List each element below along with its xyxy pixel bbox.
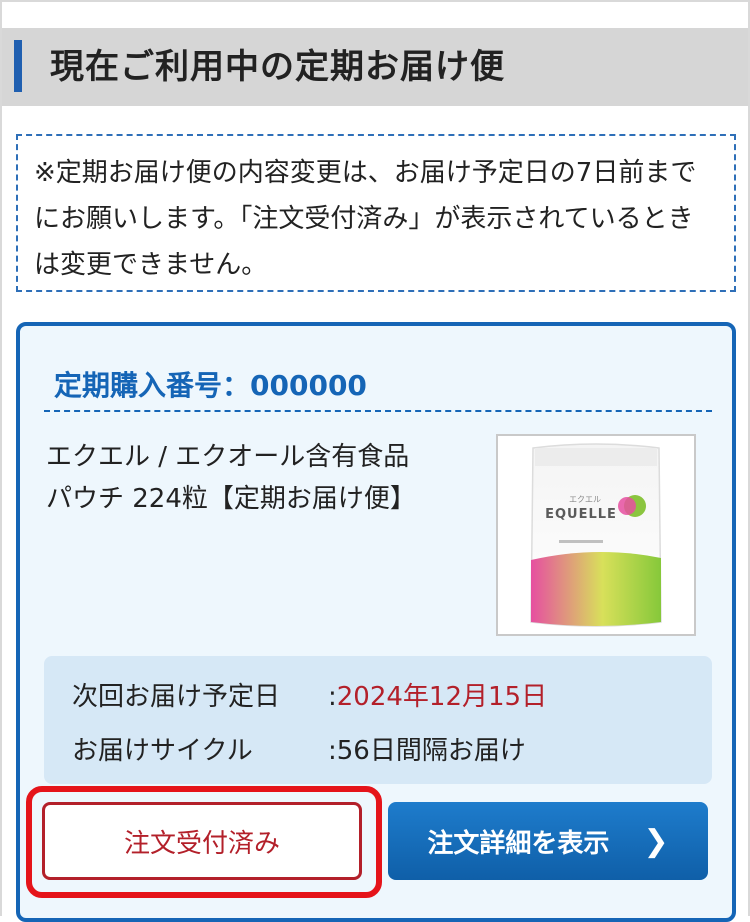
- order-detail-button[interactable]: 注文詳細を表示 ❯: [388, 802, 708, 880]
- product-name-line1: エクエル / エクオール含有食品: [46, 442, 410, 472]
- chevron-right-icon: ❯: [643, 823, 669, 859]
- separator: :: [328, 736, 337, 766]
- product-pouch-image: エクエル EQUELLE: [530, 443, 662, 627]
- section-accent-bar: [14, 40, 22, 92]
- notice-box: ※定期お届け便の内容変更は、お届け予定日の7日前までにお願いします。「注文受付済…: [16, 134, 736, 292]
- order-number-value: 000000: [250, 369, 367, 402]
- order-number-label: 定期購入番号：: [54, 369, 251, 402]
- next-delivery-row: 次回お届け予定日:2024年12月15日: [72, 676, 547, 713]
- order-received-button[interactable]: 注文受付済み: [42, 802, 362, 880]
- product-name[interactable]: エクエル / エクオール含有食品 パウチ 224粒【定期お届け便】: [46, 436, 466, 520]
- separator: :: [328, 682, 337, 712]
- package-brand: EQUELLE: [545, 507, 617, 522]
- next-delivery-label: 次回お届け予定日: [72, 682, 281, 712]
- section-title: 現在ご利用中の定期お届け便: [50, 47, 505, 87]
- order-number: 定期購入番号：000000: [54, 364, 367, 404]
- product-image[interactable]: エクエル EQUELLE: [496, 434, 696, 636]
- package-kana: エクエル: [569, 495, 601, 504]
- cycle-row: お届けサイクル:56日間隔お届け: [72, 730, 526, 767]
- cycle-label: お届けサイクル: [72, 736, 253, 766]
- delivery-info: 次回お届け予定日:2024年12月15日 お届けサイクル:56日間隔お届け: [44, 656, 712, 784]
- cycle-value: 56日間隔お届け: [336, 736, 526, 766]
- next-delivery-date: 2024年12月15日: [336, 682, 548, 712]
- order-detail-label: 注文詳細を表示: [427, 828, 610, 859]
- section-header: 現在ご利用中の定期お届け便: [2, 28, 748, 106]
- divider: [44, 410, 712, 412]
- product-name-line2: パウチ 224粒【定期お届け便】: [46, 484, 416, 514]
- order-received-label: 注文受付済み: [123, 828, 280, 859]
